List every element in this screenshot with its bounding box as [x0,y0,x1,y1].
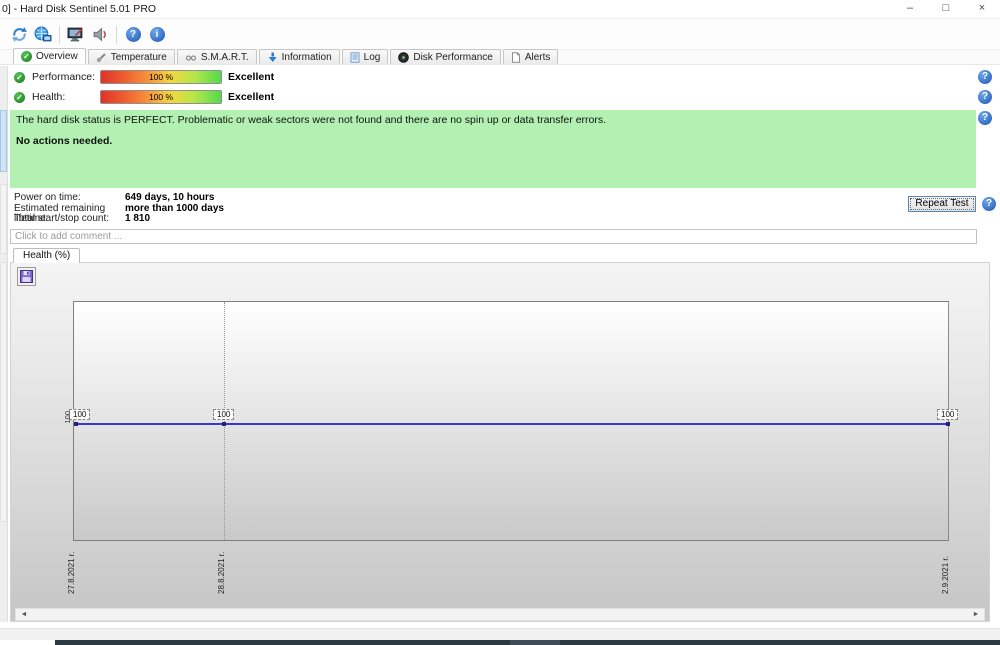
disk-performance-icon [398,52,409,63]
stat-row-power-on-time: Power on time: 649 days, 10 hours [14,193,224,204]
left-panel-splitter [0,66,8,622]
information-icon [267,52,278,63]
data-point-label: 100 [69,409,90,420]
minimize-button[interactable]: – [892,0,928,19]
info-icon[interactable]: i [145,23,169,47]
disk-stats: Power on time: 649 days, 10 hours Estima… [14,193,224,225]
maximize-button[interactable]: □ [928,0,964,19]
splitter-segment [0,262,7,522]
scroll-left-icon[interactable] [17,609,31,620]
refresh-icon[interactable] [7,23,31,47]
thermometer-icon [96,52,107,63]
tab-smart[interactable]: S.M.A.R.T. [177,49,257,64]
tab-alerts[interactable]: Alerts [503,49,559,64]
repeat-test-button[interactable]: Repeat Test [908,196,976,212]
main-tab-bar: Overview Temperature S.M.A.R.T. Informat… [0,50,1000,65]
x-axis-tick-label: 28.8.2021 r. [217,544,226,594]
app-window: 0] - Hard Disk Sentinel 5.01 PRO – □ × [0,0,1000,645]
performance-rating: Excellent [228,71,274,83]
help-icon[interactable] [978,70,992,84]
health-plot-area [73,301,949,541]
health-label: Health: [32,91,65,103]
monitor-config-icon[interactable] [64,23,88,47]
disk-status-action: No actions needed. [16,135,970,147]
check-circle-icon [14,72,25,83]
tab-temperature[interactable]: Temperature [88,49,175,64]
x-axis-tick-label: 27.8.2021 r. [67,544,76,594]
health-line-series [74,423,948,425]
alerts-icon [511,52,521,63]
disk-status-box: The hard disk status is PERFECT. Problem… [10,110,976,188]
health-row: Health: 100 % Excellent [14,90,990,104]
window-bottom-band [0,628,1000,640]
help-icon[interactable] [982,197,996,211]
grid-line-vertical [948,302,949,540]
performance-row: Performance: 100 % Excellent [14,70,990,84]
health-gauge: 100 % [100,90,222,104]
main-toolbar: ? i [0,20,1000,50]
toolbar-separator [59,26,60,44]
comment-input[interactable] [10,229,977,244]
sound-icon[interactable] [88,23,112,47]
tab-disk-performance[interactable]: Disk Performance [390,49,500,64]
tab-overview[interactable]: Overview [13,48,86,64]
health-rating: Excellent [228,91,274,103]
x-axis-tick-label: 2.9.2021 r. [941,544,950,594]
save-chart-button[interactable] [17,267,36,286]
tab-log[interactable]: Log [342,49,389,64]
tab-information[interactable]: Information [259,49,340,64]
y-axis-tick-label: 100 [63,411,72,424]
taskbar-segment [510,640,560,645]
splitter-segment [0,110,7,172]
stat-row-start-stop-count: Total start/stop count: 1 810 [14,214,224,225]
chart-horizontal-scrollbar[interactable] [15,608,985,621]
data-point [946,422,950,426]
scroll-right-icon[interactable] [969,609,983,620]
splitter-segment [0,184,7,254]
disk-status-text: The hard disk status is PERFECT. Problem… [16,114,970,126]
network-icon[interactable] [31,23,55,47]
help-icon[interactable] [978,90,992,104]
grid-line-vertical [224,302,225,540]
performance-gauge: 100 % [100,70,222,84]
data-point [222,422,226,426]
smart-icon [185,52,197,63]
data-point-label: 100 [937,409,958,420]
help-icon[interactable]: ? [121,23,145,47]
health-chart-panel: 100 100 100 100 27.8.2021 r. 28.8.2021 r… [10,262,990,622]
title-bar: 0] - Hard Disk Sentinel 5.01 PRO – □ × [0,0,1000,19]
log-icon [350,52,360,63]
window-controls: – □ × [892,0,1000,19]
check-circle-icon [21,51,32,62]
floppy-save-icon [20,270,33,283]
toolbar-separator [116,26,117,44]
check-circle-icon [14,92,25,103]
window-title: 0] - Hard Disk Sentinel 5.01 PRO [2,3,156,15]
performance-label: Performance: [32,71,95,83]
tab-health-percent[interactable]: Health (%) [13,248,80,263]
data-point-label: 100 [213,409,234,420]
close-button[interactable]: × [964,0,1000,19]
data-point [74,422,78,426]
help-icon[interactable] [978,111,992,125]
